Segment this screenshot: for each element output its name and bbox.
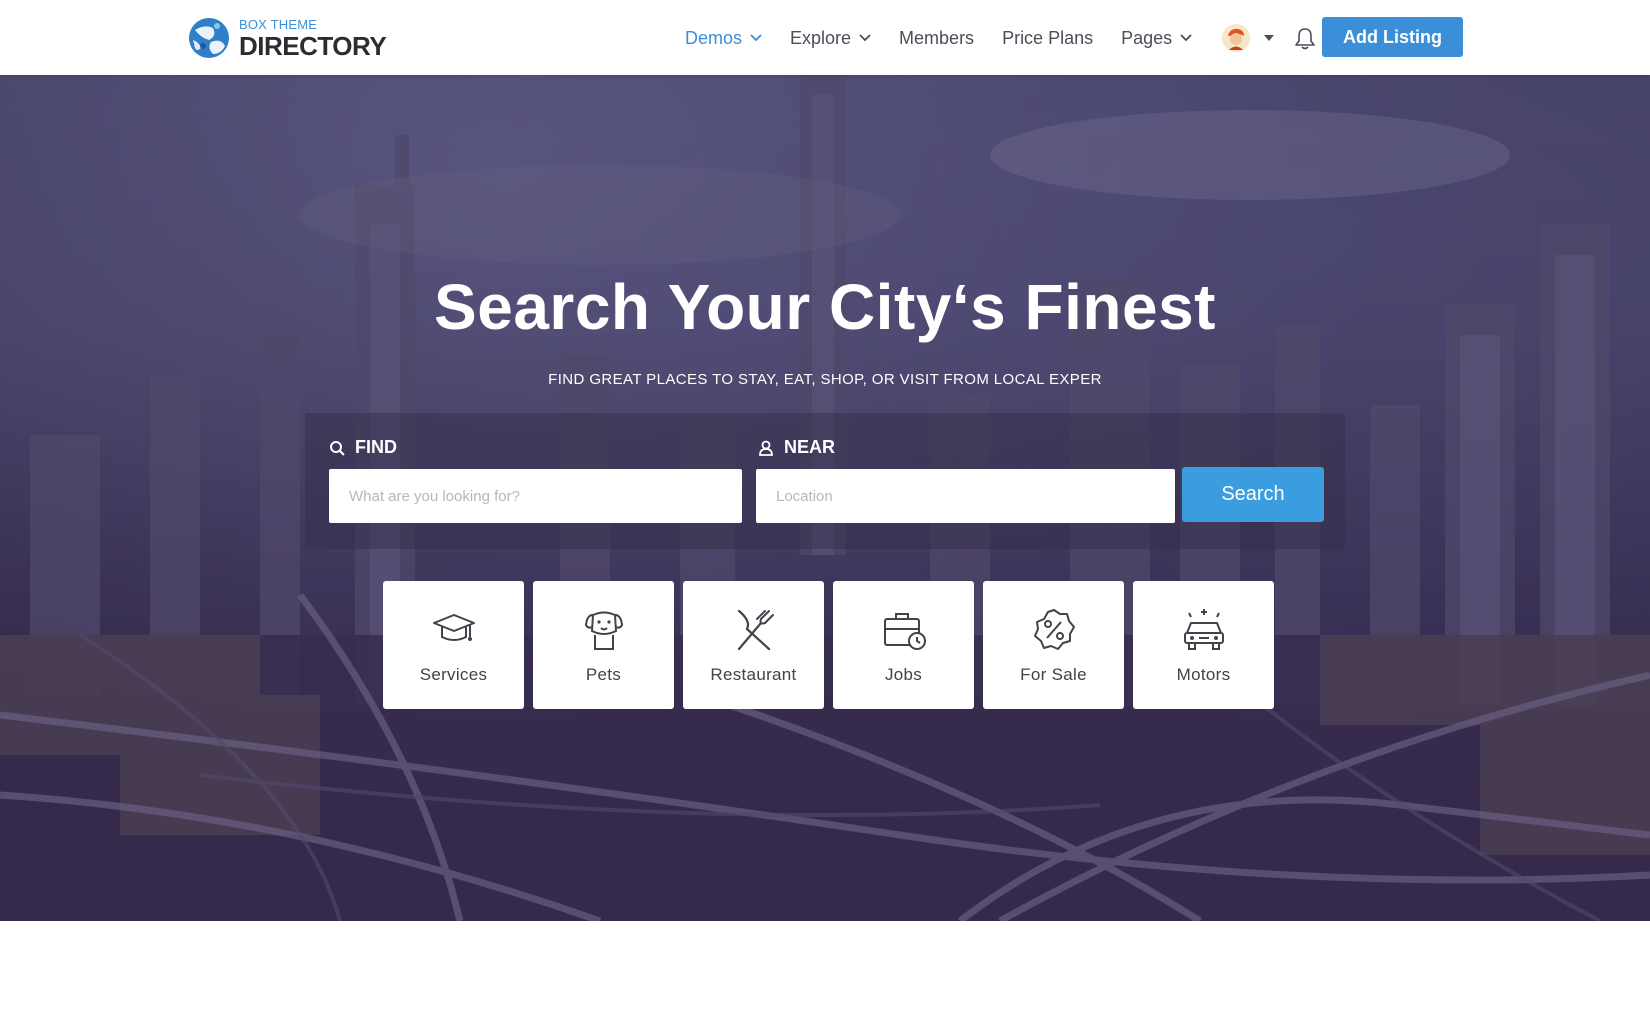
category-services[interactable]: Services (383, 581, 524, 709)
find-label-text: FIND (355, 437, 397, 457)
category-restaurant[interactable]: Restaurant (683, 581, 824, 709)
user-avatar[interactable] (1222, 24, 1251, 52)
nav-item-pages[interactable]: Pages (1121, 28, 1192, 49)
search-panel: FIND NEAR Search (305, 413, 1345, 549)
graduation-cap-icon (432, 614, 475, 641)
find-label: FIND (329, 437, 397, 458)
nav-item-explore[interactable]: Explore (790, 28, 871, 49)
near-label: NEAR (758, 437, 835, 458)
nav-label: Explore (790, 27, 852, 48)
briefcase-clock-icon (883, 613, 926, 650)
search-button[interactable]: Search (1182, 467, 1324, 522)
nav-item-demos[interactable]: Demos (685, 28, 762, 49)
category-label: Pets (585, 665, 622, 684)
category-pets[interactable]: Pets (533, 581, 674, 709)
site-logo[interactable]: BOX THEME DIRECTORY (187, 16, 387, 61)
category-jobs[interactable]: Jobs (833, 581, 974, 709)
logo-tagline: BOX THEME (239, 16, 318, 32)
logo-wordmark: DIRECTORY (239, 30, 387, 61)
site-header: BOX THEME DIRECTORY Demos Explore Member… (0, 0, 1650, 75)
nav-label: Members (899, 27, 975, 48)
nav-label: Pages (1121, 27, 1173, 48)
percent-badge-icon (1033, 609, 1075, 650)
near-label-text: NEAR (784, 437, 836, 457)
car-icon (1183, 609, 1224, 650)
user-location-icon (759, 440, 773, 456)
nav-label: Demos (685, 27, 743, 48)
location-input[interactable] (756, 469, 1175, 523)
category-label: Motors (1176, 665, 1231, 684)
category-for-sale[interactable]: For Sale (983, 581, 1124, 709)
chevron-down-icon (750, 34, 762, 42)
nav-item-members[interactable]: Members (899, 28, 974, 49)
hero-section: Search Your City‘s Finest FIND GREAT PLA… (0, 75, 1650, 921)
category-label: Jobs (884, 665, 923, 684)
bell-icon[interactable] (1294, 26, 1316, 50)
chevron-down-icon (1180, 34, 1192, 42)
fork-knife-icon (737, 609, 774, 651)
hero-subtitle: FIND GREAT PLACES TO STAY, EAT, SHOP, OR… (548, 371, 1102, 388)
category-motors[interactable]: Motors (1133, 581, 1274, 709)
dog-icon (584, 611, 623, 650)
find-input[interactable] (329, 469, 742, 523)
globe-logo-icon (189, 18, 229, 58)
category-list: Services Pets Restaurant Jobs For Sale M… (383, 581, 1274, 709)
category-label: Restaurant (710, 665, 797, 684)
search-icon (330, 440, 345, 456)
main-nav: Demos Explore Members Price Plans Pages (685, 22, 1316, 54)
category-label: For Sale (1020, 665, 1087, 684)
hero-title: Search Your City‘s Finest (434, 271, 1216, 343)
add-listing-button[interactable]: Add Listing (1322, 17, 1463, 57)
avatar-image (1222, 24, 1251, 52)
account-dropdown-caret-icon[interactable] (1264, 35, 1275, 41)
nav-item-price-plans[interactable]: Price Plans (1002, 28, 1093, 49)
category-label: Services (419, 665, 488, 684)
nav-label: Price Plans (1002, 27, 1094, 48)
chevron-down-icon (859, 34, 871, 42)
